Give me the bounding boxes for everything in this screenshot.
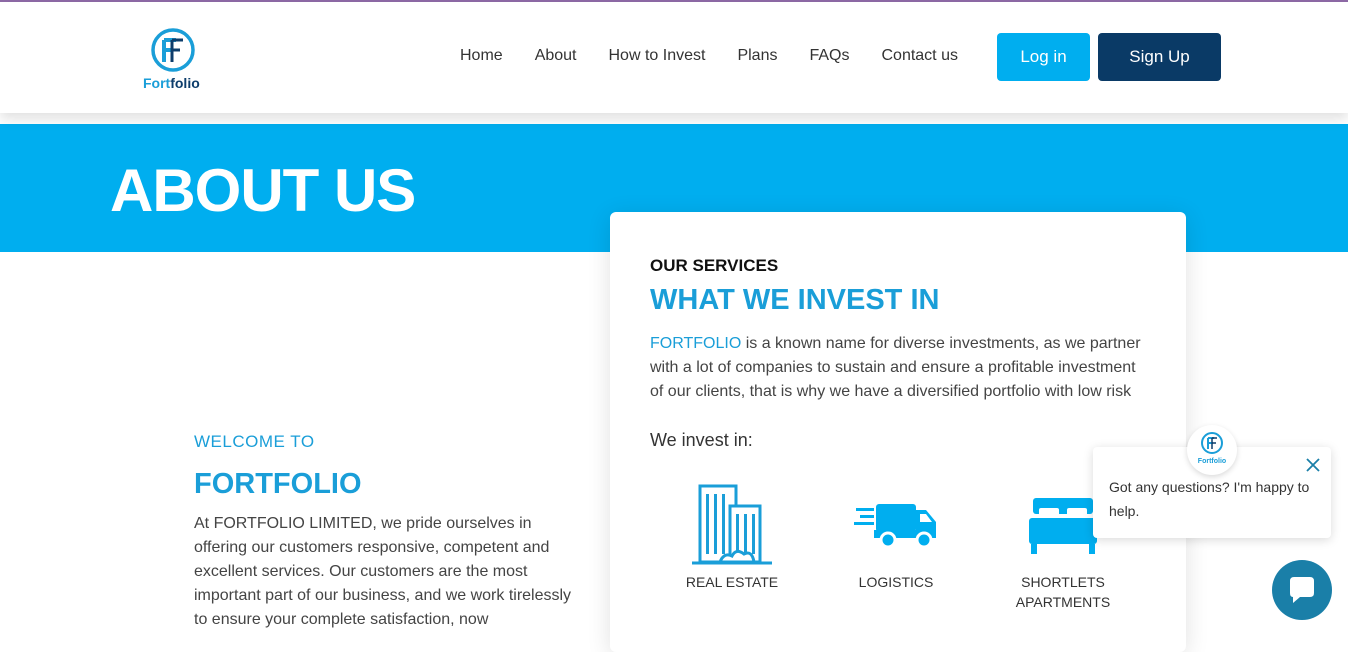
nav-how-to-invest[interactable]: How to Invest (609, 47, 706, 65)
nav-about[interactable]: About (535, 47, 577, 65)
close-icon[interactable] (1305, 457, 1321, 473)
services-kicker: OUR SERVICES (650, 256, 779, 275)
login-button[interactable]: Log in (997, 33, 1090, 81)
buildings-icon (692, 484, 772, 565)
page-title: ABOUT US (110, 157, 416, 224)
services-card: OUR SERVICES WHAT WE INVEST IN FORTFOLIO… (610, 212, 1186, 652)
services-title: WHAT WE INVEST IN (650, 284, 940, 316)
fortfolio-mini-logo-icon: Fortfolio (1198, 432, 1226, 465)
nav-contact[interactable]: Contact us (881, 47, 957, 65)
nav-faqs[interactable]: FAQs (809, 47, 849, 65)
chat-message: Got any questions? I'm happy to help. (1109, 479, 1310, 519)
truck-icon (854, 504, 936, 549)
welcome-kicker: WELCOME TO (194, 432, 315, 451)
main-nav: Home About How to Invest Plans FAQs Cont… (460, 47, 990, 65)
about-paragraph: At FORTFOLIO LIMITED, we pride ourselves… (194, 515, 572, 628)
chat-avatar-label: Fortfolio (1198, 458, 1226, 465)
nav-home[interactable]: Home (460, 47, 503, 65)
service-label-logistics: LOGISTICS (858, 574, 934, 590)
service-real-estate: REAL ESTATE (678, 482, 786, 592)
chat-avatar: Fortfolio (1187, 425, 1237, 475)
nav-plans[interactable]: Plans (737, 47, 777, 65)
service-label-real-estate: REAL ESTATE (685, 574, 779, 590)
logo-wordmark[interactable]: Fortfolio (143, 75, 200, 91)
welcome-brand-name: FORTFOLIO (194, 468, 362, 500)
brand-highlight: FORTFOLIO (650, 335, 742, 352)
chat-bubble-icon (1290, 577, 1314, 603)
chat-launcher-button[interactable] (1272, 560, 1332, 620)
signup-button[interactable]: Sign Up (1098, 33, 1221, 81)
services-description: FORTFOLIO is a known name for diverse in… (650, 332, 1150, 404)
site-header: Fortfolio Home About How to Invest Plans… (0, 2, 1348, 113)
invest-in-label: We invest in: (650, 430, 753, 450)
service-label-shortlets: SHORTLETS APARTMENTS (1015, 574, 1111, 610)
service-logistics: LOGISTICS (846, 482, 946, 592)
